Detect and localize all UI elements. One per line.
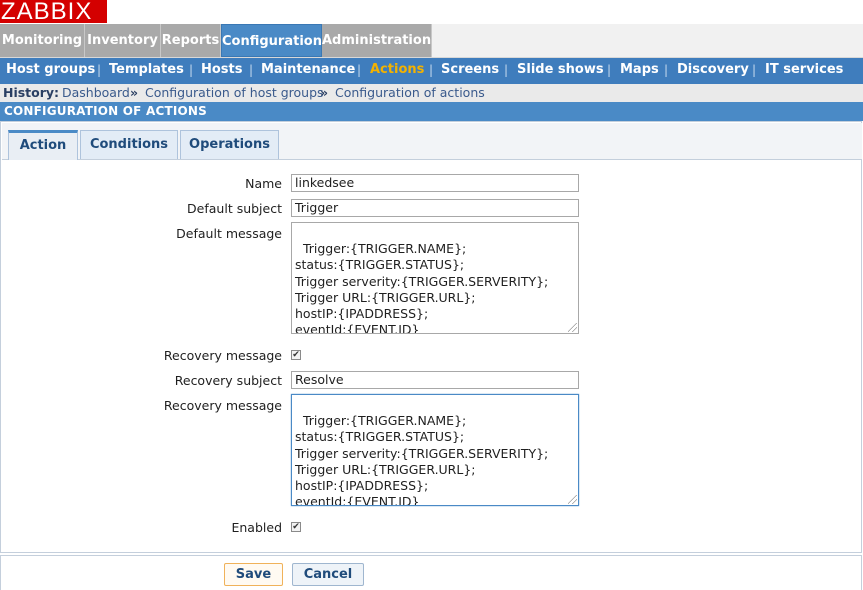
save-button[interactable]: Save <box>224 563 283 586</box>
default-subject-label: Default subject <box>187 201 282 216</box>
header-logo-row: ZABBIX <box>0 0 863 24</box>
zabbix-logo[interactable]: ZABBIX <box>0 0 107 23</box>
recovery-subject-label: Recovery subject <box>174 373 282 388</box>
sub-menu-discovery[interactable]: Discovery <box>677 58 749 84</box>
sub-menu-host-groups[interactable]: Host groups <box>6 58 95 84</box>
recovery-message-textarea[interactable]: Trigger:{TRIGGER.NAME}; status:{TRIGGER.… <box>291 394 579 506</box>
tab-conditions[interactable]: Conditions <box>80 130 178 159</box>
recovery-message-text: Trigger:{TRIGGER.NAME}; status:{TRIGGER.… <box>295 413 549 506</box>
sub-menu: Host groups | Templates | Hosts | Mainte… <box>0 58 863 85</box>
breadcrumb-link-host-groups[interactable]: Configuration of host groups <box>145 84 324 102</box>
sub-menu-hosts[interactable]: Hosts <box>201 58 243 84</box>
breadcrumb-separator: » <box>130 85 139 100</box>
page-title: CONFIGURATION OF ACTIONS <box>0 102 863 121</box>
main-menu-administration[interactable]: Administration <box>322 24 432 57</box>
sub-menu-screens[interactable]: Screens <box>441 58 499 84</box>
name-field[interactable]: linkedsee <box>291 174 579 192</box>
sub-menu-separator: | <box>607 63 612 77</box>
default-message-textarea[interactable]: Trigger:{TRIGGER.NAME}; status:{TRIGGER.… <box>291 222 579 334</box>
breadcrumb: History: Dashboard » Configuration of ho… <box>0 84 863 102</box>
sub-menu-maps[interactable]: Maps <box>620 58 659 84</box>
sub-menu-slide-shows[interactable]: Slide shows <box>517 58 604 84</box>
breadcrumb-link-dashboard[interactable]: Dashboard <box>62 84 130 102</box>
sub-menu-separator: | <box>357 63 362 77</box>
sub-menu-separator: | <box>249 63 254 77</box>
recovery-message-checkbox-label: Recovery message <box>163 348 282 363</box>
sub-menu-separator: | <box>664 63 669 77</box>
name-label: Name <box>245 176 282 191</box>
main-menu-inventory[interactable]: Inventory <box>85 24 161 57</box>
resize-grip-icon[interactable] <box>568 495 577 504</box>
enabled-checkbox[interactable]: ✔ <box>291 522 301 532</box>
cancel-button[interactable]: Cancel <box>292 563 364 586</box>
main-menu-reports[interactable]: Reports <box>161 24 221 57</box>
sub-menu-separator: | <box>189 63 194 77</box>
form-footer: Save Cancel <box>0 555 862 590</box>
tab-strip: Action Conditions Operations <box>2 123 862 160</box>
breadcrumb-separator: » <box>320 85 329 100</box>
main-menu-monitoring[interactable]: Monitoring <box>0 24 85 57</box>
tab-action[interactable]: Action <box>8 130 78 160</box>
tab-operations[interactable]: Operations <box>180 130 279 159</box>
sub-menu-separator: | <box>752 63 757 77</box>
sub-menu-maintenance[interactable]: Maintenance <box>261 58 355 84</box>
sub-menu-separator: | <box>97 63 102 77</box>
recovery-subject-field[interactable]: Resolve <box>291 371 579 389</box>
sub-menu-separator: | <box>429 63 434 77</box>
recovery-message-label: Recovery message <box>163 398 282 413</box>
breadcrumb-label: History: <box>3 85 60 100</box>
default-message-label: Default message <box>176 226 282 241</box>
main-menu-configuration[interactable]: Configuration <box>221 24 322 57</box>
breadcrumb-link-actions[interactable]: Configuration of actions <box>335 84 485 102</box>
default-message-text: Trigger:{TRIGGER.NAME}; status:{TRIGGER.… <box>295 241 549 334</box>
enabled-label: Enabled <box>231 520 282 535</box>
sub-menu-separator: | <box>504 63 509 77</box>
default-subject-field[interactable]: Trigger <box>291 199 579 217</box>
sub-menu-templates[interactable]: Templates <box>109 58 184 84</box>
main-menu: Monitoring Inventory Reports Configurati… <box>0 24 863 58</box>
recovery-message-checkbox[interactable]: ✔ <box>291 350 301 360</box>
sub-menu-actions[interactable]: Actions <box>370 58 424 84</box>
resize-grip-icon[interactable] <box>568 323 577 332</box>
sub-menu-it-services[interactable]: IT services <box>765 58 843 84</box>
